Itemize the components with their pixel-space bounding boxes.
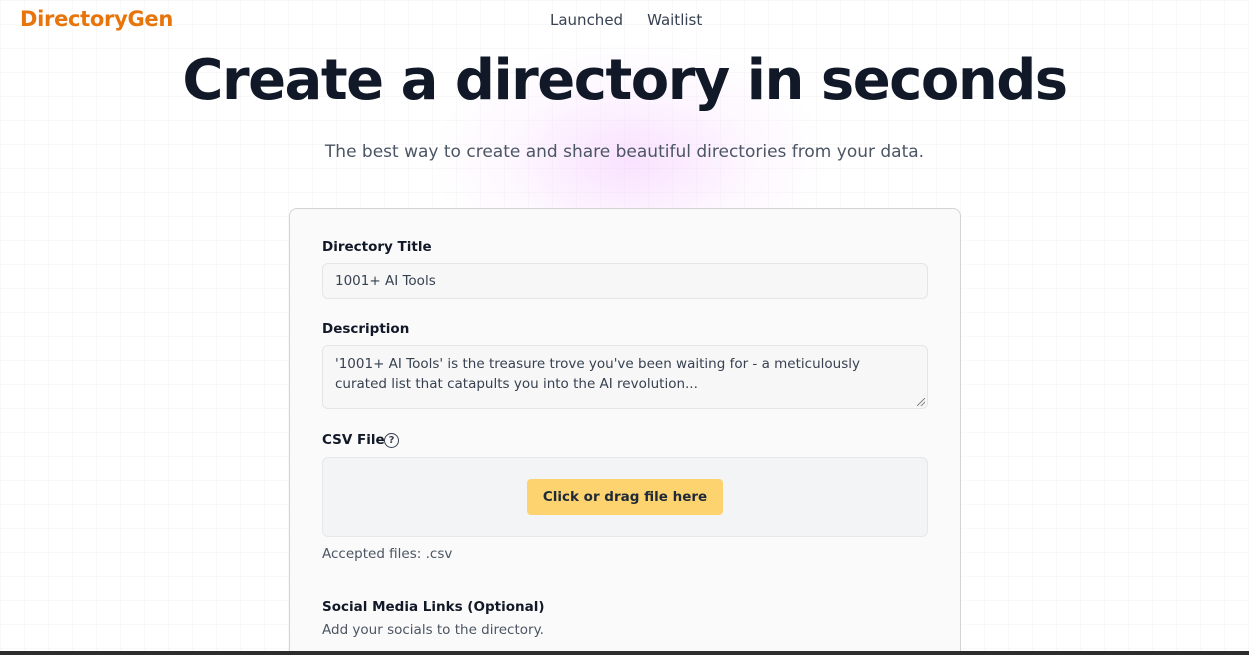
window-bottom-edge [0, 651, 1249, 655]
directory-title-label: Directory Title [322, 239, 432, 255]
page-title: Create a directory in seconds [182, 48, 1068, 113]
description-text: '1001+ AI Tools' is the treasure trove y… [335, 356, 860, 392]
description-label: Description [322, 321, 410, 337]
social-links-hint: Add your socials to the directory. [322, 622, 544, 638]
resize-handle-icon[interactable] [917, 398, 925, 406]
nav-link-launched[interactable]: Launched [550, 11, 623, 29]
logo[interactable]: DirectoryGen [20, 7, 173, 31]
page-subtitle: The best way to create and share beautif… [324, 142, 925, 162]
upload-file-button[interactable]: Click or drag file here [526, 479, 724, 515]
nav-link-waitlist[interactable]: Waitlist [647, 11, 702, 29]
csv-dropzone[interactable]: Click or drag file here [322, 457, 928, 537]
create-directory-form: Directory Title 1001+ AI Tools Descripti… [289, 208, 961, 655]
accepted-files-hint: Accepted files: .csv [322, 546, 453, 562]
directory-title-input[interactable]: 1001+ AI Tools [322, 263, 928, 299]
description-textarea[interactable]: '1001+ AI Tools' is the treasure trove y… [322, 345, 928, 409]
help-circle-icon[interactable]: ? [384, 433, 399, 448]
top-nav: Launched Waitlist [550, 11, 702, 29]
social-links-label: Social Media Links (Optional) [322, 599, 545, 615]
csv-file-label: CSV File [322, 432, 385, 448]
